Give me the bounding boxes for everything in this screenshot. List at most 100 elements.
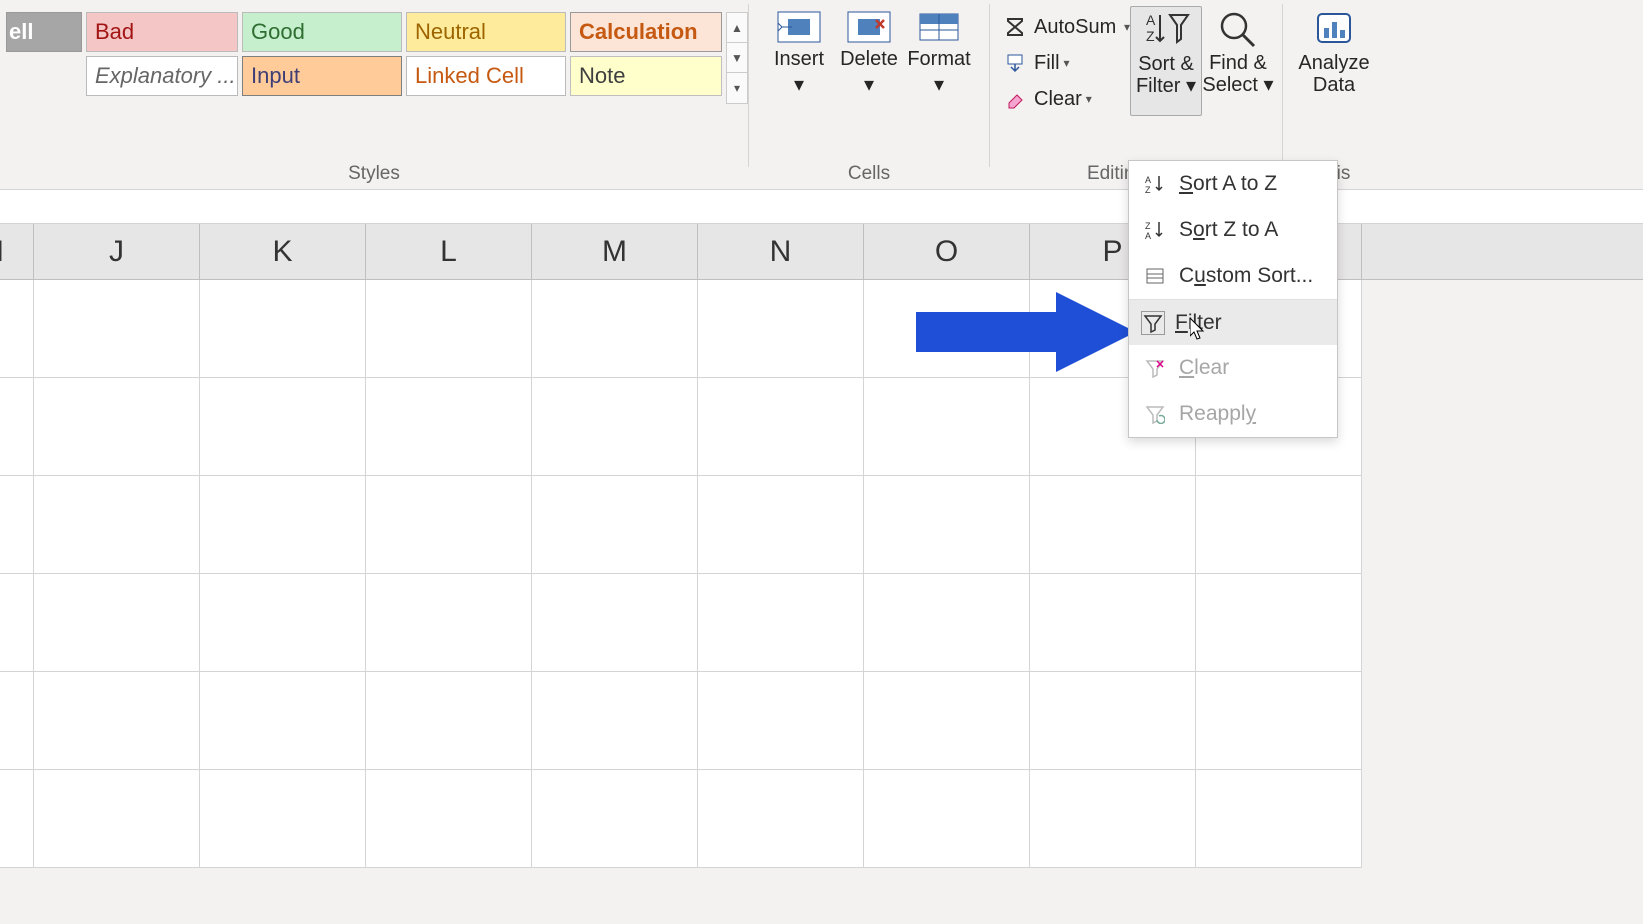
autosum-button[interactable]: AutoSum ▾ [1002,10,1130,44]
cell[interactable] [366,672,532,770]
cell[interactable] [200,574,366,672]
cell[interactable] [200,280,366,378]
delete-cells-icon [846,10,892,44]
cell[interactable] [0,476,34,574]
sort-za-icon: ZA [1143,220,1167,240]
style-calculation[interactable]: Calculation [570,12,722,52]
chevron-down-icon: ▾ [934,74,944,96]
filter-icon [1141,311,1165,335]
annotation-arrow [916,292,1136,372]
cell[interactable] [1196,770,1362,868]
cell[interactable] [0,280,34,378]
cell[interactable] [864,672,1030,770]
menu-custom-sort[interactable]: Custom Sort... [1129,253,1337,299]
column-headers: I J K L M N O P Q [0,224,1643,280]
cell[interactable] [0,378,34,476]
find-select-button[interactable]: Find & Select ▾ [1202,6,1274,116]
cell[interactable] [1196,574,1362,672]
format-button[interactable]: Format ▾ [907,10,971,96]
cell[interactable] [698,672,864,770]
chevron-down-icon: ▾ [864,74,874,96]
gallery-scroll-down[interactable]: ▼ [727,43,747,73]
style-note[interactable]: Note [570,56,722,96]
delete-button[interactable]: Delete ▾ [837,10,901,96]
sort-filter-button[interactable]: AZ Sort & Filter ▾ [1130,6,1202,116]
style-cell-partial[interactable]: ell [6,12,82,52]
column-header[interactable]: N [698,224,864,279]
filter-clear-icon [1143,358,1167,378]
cell[interactable] [366,770,532,868]
column-header[interactable]: J [34,224,200,279]
formula-bar-area [0,190,1643,224]
cell[interactable] [864,476,1030,574]
cell[interactable] [532,770,698,868]
cell[interactable] [1030,672,1196,770]
menu-filter[interactable]: Filter [1129,299,1337,345]
style-linked-cell[interactable]: Linked Cell [406,56,566,96]
cell[interactable] [34,574,200,672]
menu-sort-a-to-z[interactable]: AZ Sort A to Z [1129,161,1337,207]
column-header[interactable]: O [864,224,1030,279]
cell[interactable] [532,378,698,476]
styles-gallery-spinner: ▲ ▼ ▾ [726,12,748,104]
column-header[interactable]: I [0,224,34,279]
cell[interactable] [1196,672,1362,770]
chevron-down-icon: ▾ [1264,74,1274,96]
fill-down-icon [1002,53,1028,73]
cell[interactable] [698,476,864,574]
cell[interactable] [1030,574,1196,672]
cell[interactable] [698,574,864,672]
menu-reapply: Reapply [1129,391,1337,437]
gallery-scroll-up[interactable]: ▲ [727,13,747,43]
cell[interactable] [532,574,698,672]
analyze-data-button[interactable]: Analyze Data [1295,6,1373,96]
style-neutral[interactable]: Neutral [406,12,566,52]
eraser-icon [1002,89,1028,109]
cell[interactable] [366,280,532,378]
style-bad[interactable]: Bad [86,12,238,52]
cell[interactable] [200,378,366,476]
column-header[interactable]: M [532,224,698,279]
cell[interactable] [698,280,864,378]
clear-button[interactable]: Clear ▾ [1002,82,1130,116]
cell[interactable] [0,770,34,868]
cell[interactable] [34,280,200,378]
cell[interactable] [864,574,1030,672]
cell[interactable] [1196,476,1362,574]
cell[interactable] [0,574,34,672]
cell[interactable] [366,574,532,672]
cells-group: Insert ▾ Delete ▾ Format ▾ Cells [749,0,989,189]
cell[interactable] [864,770,1030,868]
svg-text:Z: Z [1146,28,1155,44]
cell[interactable] [698,378,864,476]
gallery-expand[interactable]: ▾ [727,73,747,103]
cell[interactable] [200,672,366,770]
column-header[interactable]: K [200,224,366,279]
fill-button[interactable]: Fill ▾ [1002,46,1130,80]
cell[interactable] [532,672,698,770]
style-good[interactable]: Good [242,12,402,52]
cell[interactable] [1030,770,1196,868]
cell[interactable] [200,770,366,868]
cell[interactable] [34,672,200,770]
cell[interactable] [34,378,200,476]
cell[interactable] [0,672,34,770]
cell[interactable] [34,770,200,868]
cell[interactable] [366,378,532,476]
mouse-cursor [1190,318,1208,348]
style-explanatory[interactable]: Explanatory ... [86,56,238,96]
chevron-down-icon: ▾ [1186,75,1196,97]
menu-sort-z-to-a[interactable]: ZA Sort Z to A [1129,207,1337,253]
chevron-down-icon: ▾ [794,74,804,96]
cell[interactable] [698,770,864,868]
style-input[interactable]: Input [242,56,402,96]
cell[interactable] [200,476,366,574]
cell[interactable] [34,476,200,574]
cell[interactable] [532,476,698,574]
cell[interactable] [864,378,1030,476]
insert-button[interactable]: Insert ▾ [767,10,831,96]
cell[interactable] [1030,476,1196,574]
cell[interactable] [532,280,698,378]
column-header[interactable]: L [366,224,532,279]
cell[interactable] [366,476,532,574]
